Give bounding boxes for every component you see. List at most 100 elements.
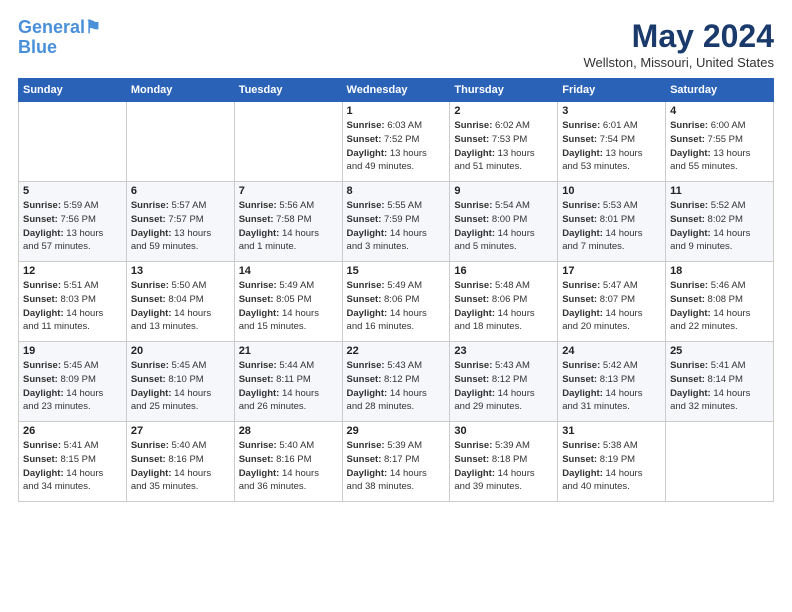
calendar-cell: 2 Sunrise: 6:02 AMSunset: 7:53 PMDaylight… <box>450 102 558 182</box>
calendar-cell <box>126 102 234 182</box>
day-number: 8 <box>347 185 446 197</box>
calendar-week-4: 19 Sunrise: 5:45 AMSunset: 8:09 PMDayligh… <box>19 342 774 422</box>
day-number: 17 <box>562 265 661 277</box>
day-number: 2 <box>454 105 553 117</box>
calendar-cell: 24 Sunrise: 5:42 AMSunset: 8:13 PMDayligh… <box>558 342 666 422</box>
day-info: Sunrise: 5:39 AMSunset: 8:17 PMDaylight:… <box>347 439 446 494</box>
calendar-cell: 8 Sunrise: 5:55 AMSunset: 7:59 PMDaylight… <box>342 182 450 262</box>
calendar-cell: 31 Sunrise: 5:38 AMSunset: 8:19 PMDayligh… <box>558 422 666 502</box>
page: General⚑ Blue May 2024 Wellston, Missour… <box>0 0 792 612</box>
calendar-week-2: 5Sunrise: 5:59 AMSunset: 7:56 PMDaylight… <box>19 182 774 262</box>
day-number: 11 <box>670 185 769 197</box>
day-info: Sunrise: 5:49 AMSunset: 8:06 PMDaylight:… <box>347 279 446 334</box>
day-info: Sunrise: 6:03 AMSunset: 7:52 PMDaylight:… <box>347 119 446 174</box>
day-header-tuesday: Tuesday <box>234 79 342 102</box>
calendar-cell: 29 Sunrise: 5:39 AMSunset: 8:17 PMDayligh… <box>342 422 450 502</box>
day-info: Sunrise: 5:51 AMSunset: 8:03 PMDaylight:… <box>23 279 122 334</box>
calendar-cell: 1 Sunrise: 6:03 AMSunset: 7:52 PMDaylight… <box>342 102 450 182</box>
day-number: 19 <box>23 345 122 357</box>
day-number: 31 <box>562 425 661 437</box>
day-info: Sunrise: 5:48 AMSunset: 8:06 PMDaylight:… <box>454 279 553 334</box>
day-info: Sunrise: 5:39 AMSunset: 8:18 PMDaylight:… <box>454 439 553 494</box>
calendar-cell: 28 Sunrise: 5:40 AMSunset: 8:16 PMDayligh… <box>234 422 342 502</box>
calendar-cell: 3 Sunrise: 6:01 AMSunset: 7:54 PMDaylight… <box>558 102 666 182</box>
day-info: Sunrise: 5:41 AMSunset: 8:14 PMDaylight:… <box>670 359 769 414</box>
day-header-monday: Monday <box>126 79 234 102</box>
calendar-cell <box>234 102 342 182</box>
day-info: Sunrise: 5:40 AMSunset: 8:16 PMDaylight:… <box>239 439 338 494</box>
day-info: Sunrise: 5:44 AMSunset: 8:11 PMDaylight:… <box>239 359 338 414</box>
day-info: Sunrise: 5:45 AMSunset: 8:10 PMDaylight:… <box>131 359 230 414</box>
day-info: Sunrise: 6:01 AMSunset: 7:54 PMDaylight:… <box>562 119 661 174</box>
header: General⚑ Blue May 2024 Wellston, Missour… <box>18 18 774 70</box>
day-info: Sunrise: 5:59 AMSunset: 7:56 PMDaylight:… <box>23 199 122 254</box>
day-number: 18 <box>670 265 769 277</box>
day-info: Sunrise: 6:02 AMSunset: 7:53 PMDaylight:… <box>454 119 553 174</box>
day-number: 14 <box>239 265 338 277</box>
day-header-saturday: Saturday <box>666 79 774 102</box>
calendar-cell: 16 Sunrise: 5:48 AMSunset: 8:06 PMDayligh… <box>450 262 558 342</box>
day-number: 22 <box>347 345 446 357</box>
calendar-cell: 30 Sunrise: 5:39 AMSunset: 8:18 PMDayligh… <box>450 422 558 502</box>
calendar-cell: 19 Sunrise: 5:45 AMSunset: 8:09 PMDayligh… <box>19 342 127 422</box>
calendar-cell <box>19 102 127 182</box>
day-info: Sunrise: 5:40 AMSunset: 8:16 PMDaylight:… <box>131 439 230 494</box>
day-header-friday: Friday <box>558 79 666 102</box>
day-number: 28 <box>239 425 338 437</box>
calendar-cell: 12Sunrise: 5:51 AMSunset: 8:03 PMDayligh… <box>19 262 127 342</box>
calendar-cell: 18 Sunrise: 5:46 AMSunset: 8:08 PMDayligh… <box>666 262 774 342</box>
calendar-cell: 5Sunrise: 5:59 AMSunset: 7:56 PMDaylight… <box>19 182 127 262</box>
day-number: 3 <box>562 105 661 117</box>
day-number: 29 <box>347 425 446 437</box>
calendar-cell: 17 Sunrise: 5:47 AMSunset: 8:07 PMDayligh… <box>558 262 666 342</box>
day-number: 26 <box>23 425 122 437</box>
day-info: Sunrise: 5:43 AMSunset: 8:12 PMDaylight:… <box>454 359 553 414</box>
logo-flag-icon: ⚑ <box>85 17 101 37</box>
calendar-cell: 22 Sunrise: 5:43 AMSunset: 8:12 PMDayligh… <box>342 342 450 422</box>
calendar-cell: 23 Sunrise: 5:43 AMSunset: 8:12 PMDayligh… <box>450 342 558 422</box>
calendar-cell: 27 Sunrise: 5:40 AMSunset: 8:16 PMDayligh… <box>126 422 234 502</box>
subtitle: Wellston, Missouri, United States <box>584 55 775 70</box>
calendar-cell: 6Sunrise: 5:57 AMSunset: 7:57 PMDaylight… <box>126 182 234 262</box>
day-info: Sunrise: 5:55 AMSunset: 7:59 PMDaylight:… <box>347 199 446 254</box>
day-info: Sunrise: 5:43 AMSunset: 8:12 PMDaylight:… <box>347 359 446 414</box>
day-info: Sunrise: 5:41 AMSunset: 8:15 PMDaylight:… <box>23 439 122 494</box>
day-info: Sunrise: 6:00 AMSunset: 7:55 PMDaylight:… <box>670 119 769 174</box>
day-info: Sunrise: 5:45 AMSunset: 8:09 PMDaylight:… <box>23 359 122 414</box>
calendar-header-row: SundayMondayTuesdayWednesdayThursdayFrid… <box>19 79 774 102</box>
day-header-thursday: Thursday <box>450 79 558 102</box>
day-info: Sunrise: 5:38 AMSunset: 8:19 PMDaylight:… <box>562 439 661 494</box>
day-number: 13 <box>131 265 230 277</box>
day-number: 24 <box>562 345 661 357</box>
calendar-cell <box>666 422 774 502</box>
calendar-cell: 15Sunrise: 5:49 AMSunset: 8:06 PMDayligh… <box>342 262 450 342</box>
day-number: 30 <box>454 425 553 437</box>
day-info: Sunrise: 5:56 AMSunset: 7:58 PMDaylight:… <box>239 199 338 254</box>
calendar-cell: 25 Sunrise: 5:41 AMSunset: 8:14 PMDayligh… <box>666 342 774 422</box>
day-number: 27 <box>131 425 230 437</box>
main-title: May 2024 <box>584 18 775 55</box>
day-number: 23 <box>454 345 553 357</box>
day-info: Sunrise: 5:54 AMSunset: 8:00 PMDaylight:… <box>454 199 553 254</box>
logo-general: General <box>18 17 85 37</box>
day-info: Sunrise: 5:50 AMSunset: 8:04 PMDaylight:… <box>131 279 230 334</box>
calendar-cell: 11Sunrise: 5:52 AMSunset: 8:02 PMDayligh… <box>666 182 774 262</box>
calendar-cell: 13 Sunrise: 5:50 AMSunset: 8:04 PMDayligh… <box>126 262 234 342</box>
day-info: Sunrise: 5:46 AMSunset: 8:08 PMDaylight:… <box>670 279 769 334</box>
day-info: Sunrise: 5:42 AMSunset: 8:13 PMDaylight:… <box>562 359 661 414</box>
calendar-cell: 14Sunrise: 5:49 AMSunset: 8:05 PMDayligh… <box>234 262 342 342</box>
day-number: 1 <box>347 105 446 117</box>
calendar-cell: 20 Sunrise: 5:45 AMSunset: 8:10 PMDayligh… <box>126 342 234 422</box>
day-info: Sunrise: 5:57 AMSunset: 7:57 PMDaylight:… <box>131 199 230 254</box>
day-number: 20 <box>131 345 230 357</box>
calendar-cell: 21Sunrise: 5:44 AMSunset: 8:11 PMDayligh… <box>234 342 342 422</box>
calendar-week-5: 26 Sunrise: 5:41 AMSunset: 8:15 PMDayligh… <box>19 422 774 502</box>
day-header-wednesday: Wednesday <box>342 79 450 102</box>
day-number: 10 <box>562 185 661 197</box>
day-number: 16 <box>454 265 553 277</box>
day-number: 25 <box>670 345 769 357</box>
logo-text: General⚑ Blue <box>18 18 101 58</box>
day-info: Sunrise: 5:47 AMSunset: 8:07 PMDaylight:… <box>562 279 661 334</box>
calendar-cell: 7Sunrise: 5:56 AMSunset: 7:58 PMDaylight… <box>234 182 342 262</box>
calendar-cell: 10Sunrise: 5:53 AMSunset: 8:01 PMDayligh… <box>558 182 666 262</box>
